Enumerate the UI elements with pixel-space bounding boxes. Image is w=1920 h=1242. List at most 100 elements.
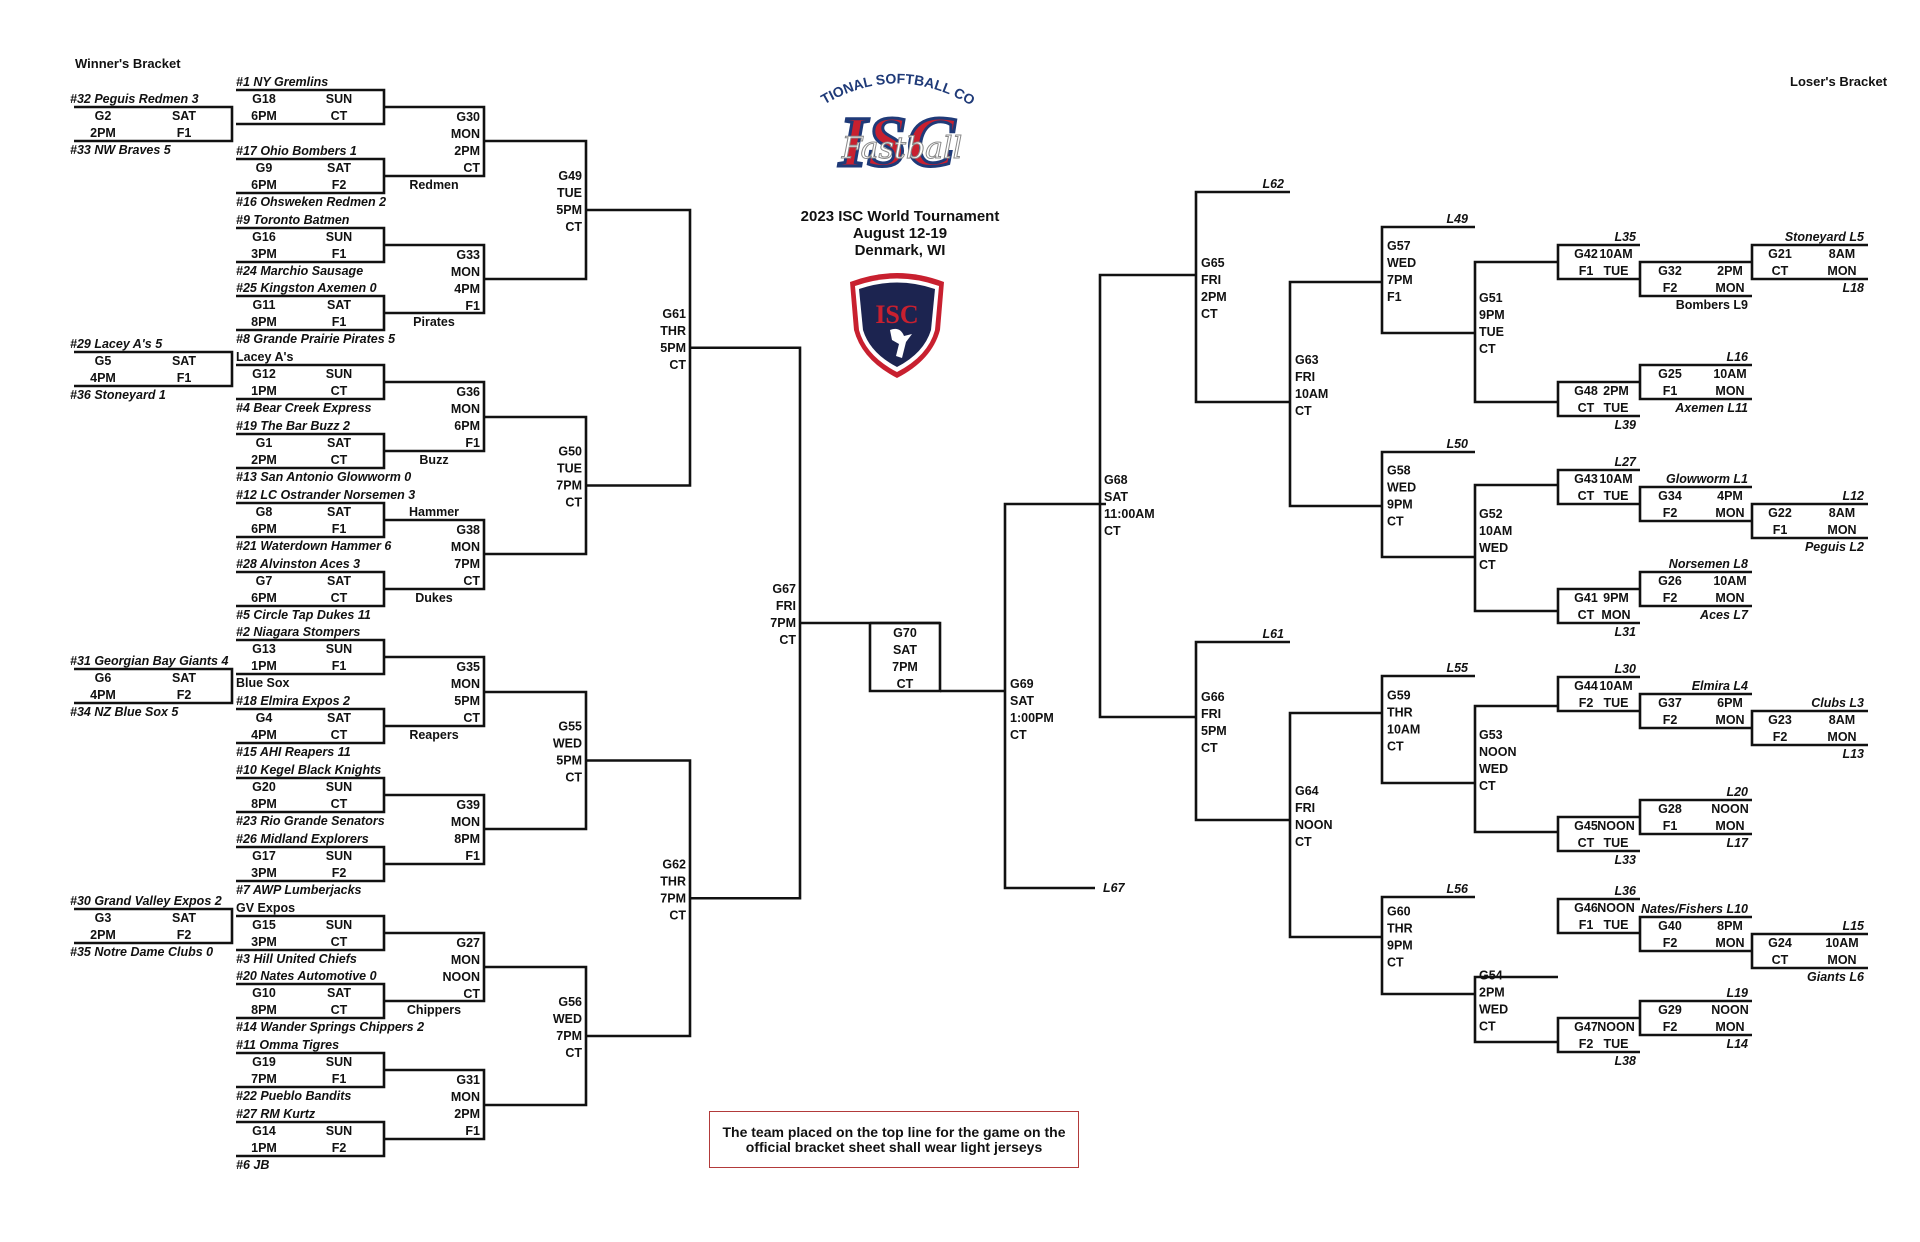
game-day: MON — [1827, 953, 1856, 967]
game-day: MON — [1715, 281, 1744, 295]
game-id: G15 — [252, 918, 276, 932]
game-day: TUE — [1604, 1037, 1629, 1051]
team-top: GV Expos — [236, 901, 295, 915]
loser-feed: L31 — [1614, 625, 1636, 639]
team-bottom: #7 AWP Lumberjacks — [236, 883, 362, 897]
game-time: 9PM — [1387, 939, 1413, 953]
game-time: 5PM — [454, 694, 480, 708]
game-field: F2 — [332, 866, 347, 880]
game-field: CT — [331, 384, 348, 398]
winner-label: Buzz — [419, 453, 448, 467]
game-id: G66 — [1201, 690, 1225, 704]
team-bottom: #36 Stoneyard 1 — [70, 388, 166, 402]
game-id: G65 — [1201, 256, 1225, 270]
game-field: CT — [1479, 342, 1496, 356]
game-id: G2 — [95, 109, 112, 123]
game-id: G59 — [1387, 689, 1411, 703]
game-time: 6PM — [1717, 696, 1743, 710]
game-time: NOON — [1479, 745, 1517, 759]
game-id: G37 — [1658, 696, 1682, 710]
team-top: #25 Kingston Axemen 0 — [236, 281, 377, 295]
game-day: TUE — [1604, 696, 1629, 710]
game-id: G64 — [1295, 784, 1319, 798]
game-day: WED — [1479, 762, 1508, 776]
team-bottom: #24 Marchio Sausage — [236, 264, 363, 278]
loser-feed: Clubs L3 — [1811, 696, 1864, 710]
game-day: SAT — [327, 574, 351, 588]
game-field: CT — [1479, 1020, 1496, 1034]
game-id: G13 — [252, 642, 276, 656]
game-field: F1 — [1387, 290, 1402, 304]
game-day: MON — [451, 127, 480, 141]
loser-feed: L38 — [1614, 1054, 1636, 1068]
game-id: G14 — [252, 1124, 276, 1138]
game-day: MON — [1827, 730, 1856, 744]
loser-feed: Peguis L2 — [1805, 540, 1864, 554]
game-id: G68 — [1104, 473, 1128, 487]
game-time: NOON — [443, 970, 481, 984]
loser-feed: L15 — [1842, 919, 1865, 933]
game-time: 1:00PM — [1010, 711, 1054, 725]
game-field: CT — [1578, 489, 1595, 503]
team-top: #27 RM Kurtz — [236, 1107, 316, 1121]
team-bottom: #4 Bear Creek Express — [236, 401, 372, 415]
game-field: CT — [1295, 404, 1312, 418]
game-time: 7PM — [660, 891, 686, 905]
game-field: CT — [1201, 307, 1218, 321]
game-day: MON — [1715, 1020, 1744, 1034]
game-day: TUE — [557, 186, 582, 200]
game-day: MON — [1715, 713, 1744, 727]
game-id: G50 — [558, 445, 582, 459]
game-day: THR — [1387, 922, 1413, 936]
game-field: CT — [669, 908, 686, 922]
loser-feed: L19 — [1726, 986, 1748, 1000]
loser-feed: L12 — [1842, 489, 1864, 503]
game-id: G3 — [95, 911, 112, 925]
game-field: CT — [463, 161, 480, 175]
game-id: G28 — [1658, 802, 1682, 816]
team-top: #28 Alvinston Aces 3 — [236, 557, 360, 571]
game-field: F2 — [332, 178, 347, 192]
game-field: CT — [669, 358, 686, 372]
game-day: TUE — [1604, 401, 1629, 415]
game-id: G51 — [1479, 291, 1503, 305]
game-field: CT — [331, 728, 348, 742]
game-time: 7PM — [892, 660, 918, 674]
game-id: G26 — [1658, 574, 1682, 588]
game-field: F1 — [465, 299, 480, 313]
game-field: CT — [1772, 264, 1789, 278]
game-day: MON — [1715, 819, 1744, 833]
loser-feed: L16 — [1726, 350, 1749, 364]
game-day: MON — [1827, 264, 1856, 278]
game-id: G17 — [252, 849, 276, 863]
game-field: CT — [331, 109, 348, 123]
team-bottom: #8 Grande Prairie Pirates 5 — [236, 332, 396, 346]
game-id: G41 — [1574, 591, 1598, 605]
game-field: CT — [565, 220, 582, 234]
game-time: 8PM — [454, 832, 480, 846]
game-time: 8AM — [1829, 247, 1855, 261]
team-top: #32 Peguis Redmen 3 — [70, 92, 199, 106]
game-time: 4PM — [90, 688, 116, 702]
game-id: G58 — [1387, 464, 1411, 478]
loser-feed: L67 — [1103, 881, 1126, 895]
game-day: THR — [660, 324, 686, 338]
loser-feed: L49 — [1446, 212, 1468, 226]
winner-label: Dukes — [415, 591, 453, 605]
game-id: G4 — [256, 711, 273, 725]
game-id: G24 — [1768, 936, 1792, 950]
loser-feed: L30 — [1614, 662, 1636, 676]
game-field: CT — [565, 496, 582, 510]
game-time: 7PM — [454, 557, 480, 571]
game-id: G62 — [662, 857, 686, 871]
game-time: 3PM — [251, 935, 277, 949]
game-day: SUN — [326, 849, 352, 863]
game-id: G22 — [1768, 506, 1792, 520]
game-id: G11 — [253, 298, 276, 312]
loser-feed: L14 — [1726, 1037, 1748, 1051]
game-time: NOON — [1711, 802, 1749, 816]
loser-feed: L61 — [1262, 627, 1284, 641]
game-time: 4PM — [251, 728, 277, 742]
loser-feed: L35 — [1614, 230, 1637, 244]
loser-feed: L62 — [1262, 177, 1284, 191]
